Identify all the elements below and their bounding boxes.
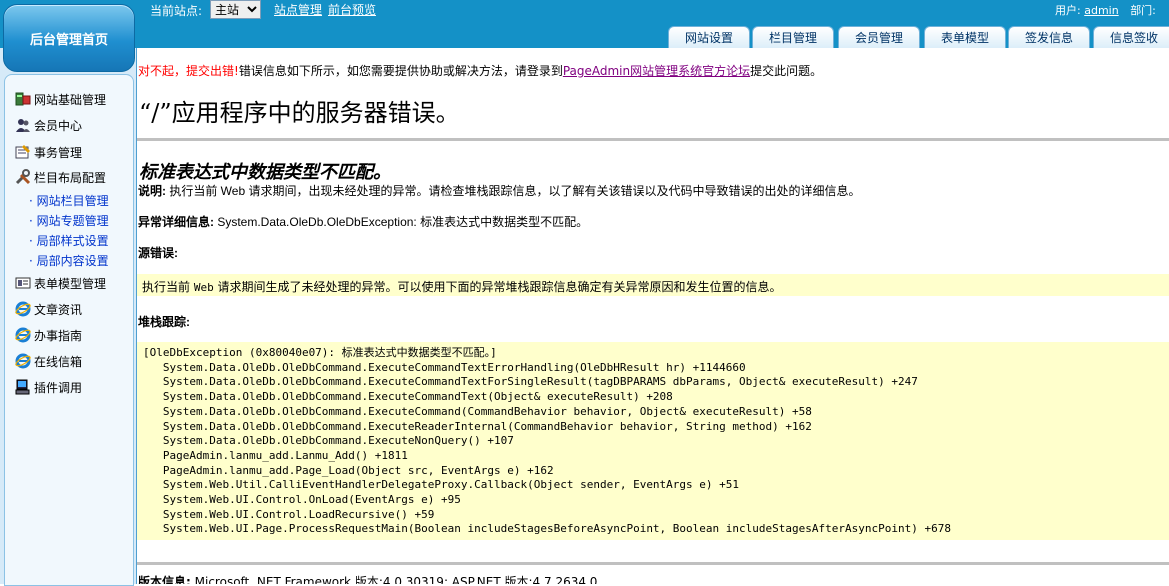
main-content: 对不起，提交出错!错误信息如下所示，如您需要提供协助或解决方法，请登录到Page… bbox=[137, 48, 1169, 584]
stack-trace-label: 堆栈跟踪: bbox=[138, 315, 190, 329]
sidebar-item-form-model[interactable]: 表单模型管理 bbox=[15, 273, 106, 293]
sidebar-item-label: 栏目布局配置 bbox=[34, 170, 107, 185]
server-icon bbox=[15, 91, 31, 107]
sidebar-item-label: 在线信箱 bbox=[34, 354, 83, 369]
stack-trace-heading: 堆栈跟踪: bbox=[138, 313, 190, 330]
source-error-text: 执行当前 Web 请求期间生成了未经处理的异常。可以使用下面的异常堆栈跟踪信息确… bbox=[142, 278, 782, 295]
tab-issue-info[interactable]: 签发信息 bbox=[1008, 26, 1090, 48]
error-notice-text: 错误信息如下所示，如您需要提供协助或解决方法，请登录到 bbox=[238, 64, 563, 78]
tools-icon bbox=[15, 169, 31, 185]
description: 说明: 执行当前 Web 请求期间，出现未经处理的异常。请检查堆栈跟踪信息，以了… bbox=[138, 182, 860, 199]
user-label: 用户: bbox=[1055, 4, 1081, 17]
tab-member-manage[interactable]: 会员管理 bbox=[838, 26, 920, 48]
description-label: 说明: bbox=[138, 184, 166, 198]
tab-column-manage[interactable]: 栏目管理 bbox=[752, 26, 834, 48]
error-notice-tail: 提交此问题。 bbox=[750, 64, 823, 78]
tab-site-settings[interactable]: 网站设置 bbox=[668, 26, 750, 48]
version-text: Microsoft .NET Framework 版本:4.0.30319; A… bbox=[194, 575, 598, 584]
computer-icon bbox=[15, 379, 31, 395]
source-text-mono: Web bbox=[193, 281, 214, 294]
source-error-heading: 源错误: bbox=[138, 244, 178, 261]
sidebar-item-label: 会员中心 bbox=[34, 118, 83, 133]
site-label: 当前站点: bbox=[150, 4, 203, 18]
user-area: 用户: admin 部门: bbox=[1055, 2, 1156, 18]
sidebar-item-guide[interactable]: 办事指南 bbox=[15, 325, 82, 345]
source-error-label: 源错误: bbox=[138, 246, 178, 260]
sidebar-item-column-layout[interactable]: 栏目布局配置 bbox=[15, 167, 106, 187]
error-notice-red: 对不起，提交出错! bbox=[138, 64, 239, 78]
sidebar-item-label: 网站基础管理 bbox=[34, 92, 107, 107]
tasks-icon bbox=[15, 144, 31, 160]
stack-trace-box: [OleDbException (0x80040e07): 标准表达式中数据类型… bbox=[137, 342, 1169, 540]
sidebar-menu: 网站基础管理 会员中心 事务管理 栏目布局配置 · 网站栏目管理 · 网站专题管… bbox=[4, 74, 134, 586]
ie-icon bbox=[15, 353, 31, 369]
users-icon bbox=[15, 117, 31, 133]
user-name-link[interactable]: admin bbox=[1084, 4, 1118, 17]
forum-link[interactable]: PageAdmin网站管理系统官方论坛 bbox=[563, 64, 750, 78]
dept-label: 部门: bbox=[1130, 4, 1156, 17]
top-bar: 当前站点: 主站 站点管理 前台预览 用户: admin 部门: 网站设置 栏目… bbox=[0, 0, 1169, 48]
sidebar-item-label: 办事指南 bbox=[34, 328, 83, 343]
divider bbox=[137, 562, 1169, 565]
description-text: 执行当前 Web 请求期间，出现未经处理的异常。请检查堆栈跟踪信息，以了解有关该… bbox=[169, 184, 861, 198]
sidebar: 网站基础管理 会员中心 事务管理 栏目布局配置 · 网站栏目管理 · 网站专题管… bbox=[0, 48, 137, 586]
sidebar-sub-style-settings[interactable]: · 局部样式设置 bbox=[29, 231, 109, 249]
source-error-box: 执行当前 Web 请求期间生成了未经处理的异常。可以使用下面的异常堆栈跟踪信息确… bbox=[137, 274, 1169, 296]
sidebar-sub-topic-manage[interactable]: · 网站专题管理 bbox=[29, 211, 109, 229]
front-preview-link[interactable]: 前台预览 bbox=[328, 1, 376, 18]
sidebar-item-label: 表单模型管理 bbox=[34, 276, 107, 291]
sidebar-item-label: 插件调用 bbox=[34, 380, 83, 395]
site-manage-link[interactable]: 站点管理 bbox=[274, 1, 322, 18]
error-notice: 对不起，提交出错!错误信息如下所示，如您需要提供协助或解决方法，请登录到Page… bbox=[138, 62, 822, 79]
exception-details: 异常详细信息: System.Data.OleDb.OleDbException… bbox=[138, 213, 588, 230]
sidebar-item-member-center[interactable]: 会员中心 bbox=[15, 115, 82, 135]
source-text-part2: 请求期间生成了未经处理的异常。可以使用下面的异常堆栈跟踪信息确定有关异常原因和发… bbox=[217, 280, 782, 294]
exception-label: 异常详细信息: bbox=[138, 215, 214, 229]
tab-form-model[interactable]: 表单模型 bbox=[924, 26, 1006, 48]
sidebar-item-mailbox[interactable]: 在线信箱 bbox=[15, 351, 82, 371]
sidebar-item-plugins[interactable]: 插件调用 bbox=[15, 377, 82, 397]
site-select[interactable]: 主站 bbox=[210, 0, 261, 19]
stack-trace-text: [OleDbException (0x80040e07): 标准表达式中数据类型… bbox=[143, 346, 951, 536]
sidebar-item-label: 文章资讯 bbox=[34, 302, 83, 317]
exception-text: System.Data.OleDb.OleDbException: 标准表达式中… bbox=[217, 215, 589, 229]
sidebar-item-label: 事务管理 bbox=[34, 145, 83, 160]
source-text-part1: 执行当前 bbox=[142, 280, 191, 294]
sidebar-item-articles[interactable]: 文章资讯 bbox=[15, 299, 82, 319]
form-icon bbox=[15, 275, 31, 291]
sidebar-sub-content-settings[interactable]: · 局部内容设置 bbox=[29, 251, 109, 269]
sidebar-item-site-basic[interactable]: 网站基础管理 bbox=[15, 89, 106, 109]
server-error-title: “/”应用程序中的服务器错误。 bbox=[139, 99, 460, 127]
version-label: 版本信息: bbox=[138, 575, 191, 584]
sidebar-item-affairs[interactable]: 事务管理 bbox=[15, 142, 82, 162]
version-info: 版本信息: Microsoft .NET Framework 版本:4.0.30… bbox=[138, 573, 597, 584]
ie-icon bbox=[15, 327, 31, 343]
sidebar-sub-column-manage[interactable]: · 网站栏目管理 bbox=[29, 191, 109, 209]
tab-receive-info[interactable]: 信息签收 bbox=[1093, 26, 1169, 48]
error-title: 标准表达式中数据类型不匹配。 bbox=[139, 162, 391, 183]
admin-home-button[interactable]: 后台管理首页 bbox=[3, 4, 135, 72]
ie-icon bbox=[15, 301, 31, 317]
divider bbox=[137, 138, 1169, 141]
